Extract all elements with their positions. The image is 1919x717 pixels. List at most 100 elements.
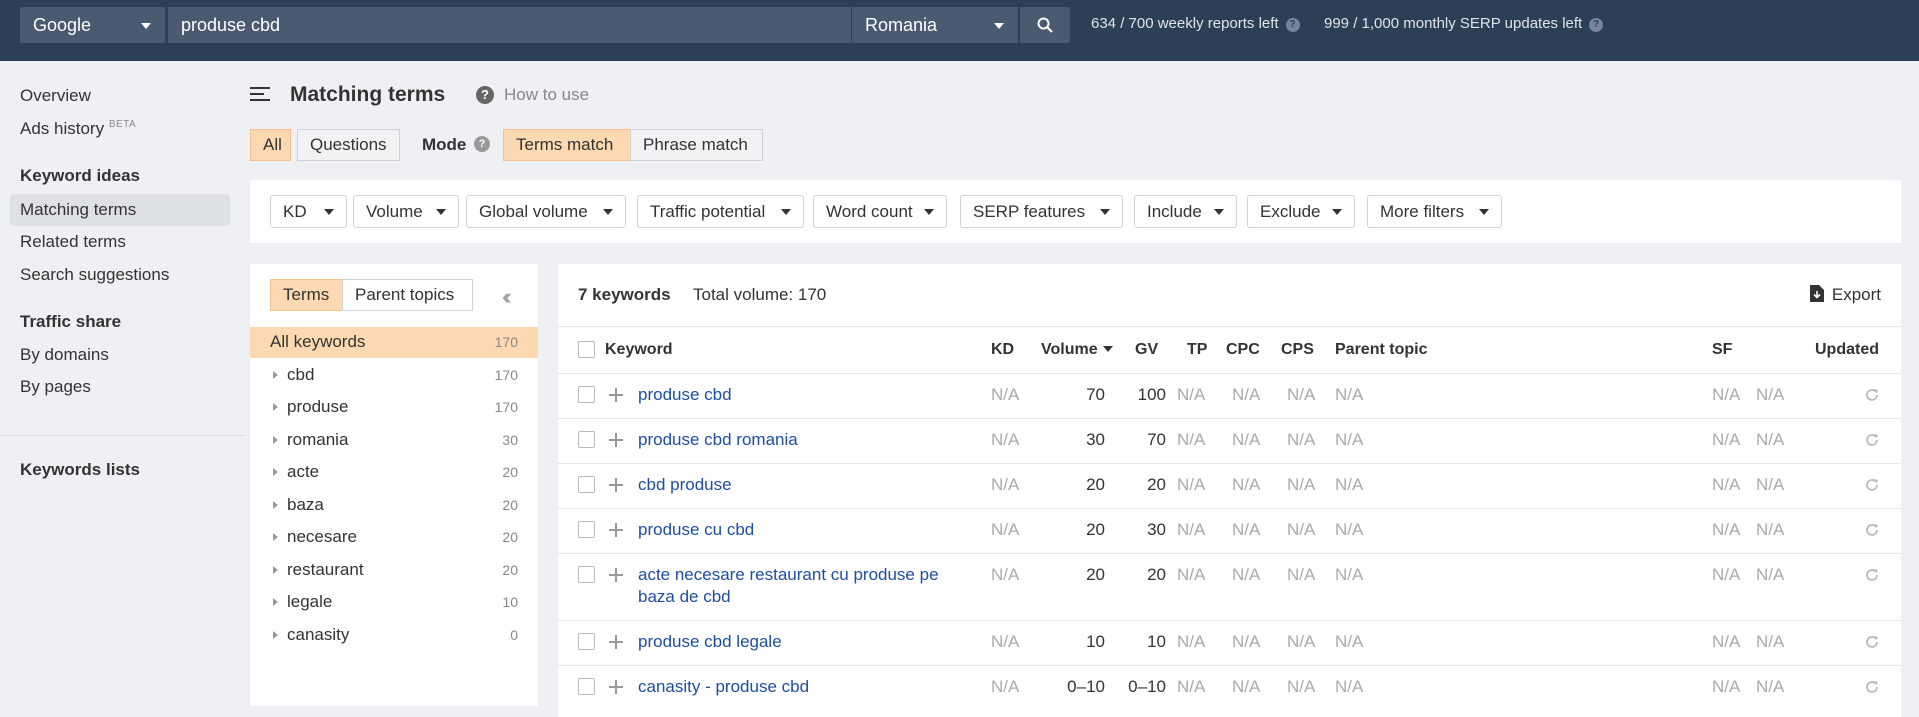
cell-parent-topic[interactable]: N/A (1335, 430, 1363, 450)
filter-global-volume[interactable]: Global volume (466, 195, 626, 228)
menu-icon[interactable] (250, 87, 270, 102)
add-to-list-icon[interactable] (609, 478, 623, 492)
cell-parent-topic[interactable]: N/A (1335, 520, 1363, 540)
tree-item-label: necesare (287, 527, 357, 546)
column-header-gv[interactable]: GV (1135, 341, 1158, 359)
tab-terms[interactable]: Terms (270, 279, 343, 311)
refresh-icon[interactable] (1864, 432, 1880, 448)
row-checkbox[interactable] (578, 476, 595, 493)
sidebar-item-by-pages[interactable]: By pages (20, 377, 91, 397)
refresh-icon[interactable] (1864, 567, 1880, 583)
column-header-cps[interactable]: CPS (1281, 341, 1314, 359)
column-header-parent-topic[interactable]: Parent topic (1335, 341, 1427, 359)
refresh-icon[interactable] (1864, 679, 1880, 695)
refresh-icon[interactable] (1864, 387, 1880, 403)
tree-item[interactable]: romania 30 (250, 425, 538, 456)
column-header-updated[interactable]: Updated (1815, 341, 1879, 359)
filter-serp-features[interactable]: SERP features (960, 195, 1123, 228)
tree-item[interactable]: baza 20 (250, 490, 538, 521)
keyword-count: 7 keywords (578, 285, 671, 304)
tab-questions[interactable]: Questions (297, 129, 400, 161)
collapse-panel-icon[interactable]: ‹‹ (502, 284, 511, 310)
refresh-icon[interactable] (1864, 634, 1880, 650)
sidebar-item-ads-history[interactable]: Ads history BETA (20, 119, 136, 139)
column-header-volume[interactable]: Volume (1041, 341, 1113, 359)
tree-item[interactable]: legale 10 (250, 587, 538, 618)
refresh-icon[interactable] (1864, 522, 1880, 538)
search-button[interactable] (1020, 7, 1070, 43)
sidebar-item-matching-terms[interactable]: Matching terms (10, 194, 230, 226)
tab-all[interactable]: All (250, 129, 291, 161)
mode-terms-match[interactable]: Terms match (503, 129, 631, 161)
row-checkbox[interactable] (578, 521, 595, 538)
filter-include[interactable]: Include (1134, 195, 1237, 228)
help-icon[interactable]: ? (474, 136, 490, 152)
filter-traffic-potential[interactable]: Traffic potential (637, 195, 804, 228)
filter-more-filters[interactable]: More filters (1367, 195, 1502, 228)
keyword-link[interactable]: produse cbd (638, 384, 958, 406)
tree-item[interactable]: restaurant 20 (250, 555, 538, 586)
cell-kd: N/A (991, 632, 1020, 651)
sidebar-item-keywords-lists[interactable]: Keywords lists (20, 460, 140, 480)
column-header-kd[interactable]: KD (991, 341, 1014, 359)
keyword-link[interactable]: canasity - produse cbd (638, 676, 958, 698)
filter-exclude[interactable]: Exclude (1247, 195, 1355, 228)
cell-volume: 10 (1086, 632, 1105, 651)
tab-parent-topics[interactable]: Parent topics (342, 279, 473, 311)
add-to-list-icon[interactable] (609, 635, 623, 649)
tree-item-label: acte (287, 462, 320, 481)
caret-right-icon (273, 566, 278, 574)
tree-item[interactable]: canasity 0 (250, 620, 538, 651)
column-header-cpc[interactable]: CPC (1226, 341, 1260, 359)
sidebar-item-by-domains[interactable]: By domains (20, 345, 109, 365)
help-icon[interactable]: ? (1285, 18, 1300, 32)
filter-kd[interactable]: KD (270, 195, 347, 228)
tree-item[interactable]: produse 170 (250, 392, 538, 423)
keyword-link[interactable]: cbd produse (638, 474, 958, 496)
add-to-list-icon[interactable] (609, 568, 623, 582)
row-checkbox[interactable] (578, 633, 595, 650)
tree-item[interactable]: acte 20 (250, 457, 538, 488)
tree-item[interactable]: cbd 170 (250, 360, 538, 391)
row-checkbox[interactable] (578, 386, 595, 403)
keyword-search-input[interactable] (168, 7, 851, 43)
country-select[interactable]: Romania (852, 7, 1018, 43)
add-to-list-icon[interactable] (609, 523, 623, 537)
filter-word-count[interactable]: Word count (813, 195, 947, 228)
column-header-keyword[interactable]: Keyword (605, 341, 673, 359)
column-header-sf[interactable]: SF (1712, 341, 1732, 359)
select-all-checkbox[interactable] (578, 341, 595, 358)
cell-parent-topic[interactable]: N/A (1335, 677, 1363, 697)
row-checkbox[interactable] (578, 678, 595, 695)
cell-parent-topic[interactable]: N/A (1335, 475, 1363, 495)
sidebar-item-overview[interactable]: Overview (20, 86, 91, 106)
tree-item-all-keywords[interactable]: All keywords 170 (250, 327, 538, 358)
column-header-tp[interactable]: TP (1187, 341, 1207, 359)
add-to-list-icon[interactable] (609, 433, 623, 447)
export-button[interactable]: Export (1809, 285, 1881, 305)
cell-tp: N/A (1177, 632, 1206, 651)
caret-right-icon (273, 436, 278, 444)
help-icon[interactable]: ? (476, 86, 494, 104)
tree-item[interactable]: necesare 20 (250, 522, 538, 553)
keyword-link[interactable]: produse cbd romania (638, 429, 958, 451)
cell-parent-topic[interactable]: N/A (1335, 565, 1363, 585)
mode-phrase-match[interactable]: Phrase match (630, 129, 763, 161)
cell-parent-topic[interactable]: N/A (1335, 632, 1363, 652)
sidebar-item-search-suggestions[interactable]: Search suggestions (20, 265, 169, 285)
filter-volume[interactable]: Volume (353, 195, 459, 228)
chevron-down-icon (141, 23, 151, 29)
row-checkbox[interactable] (578, 431, 595, 448)
add-to-list-icon[interactable] (609, 680, 623, 694)
keyword-link[interactable]: acte necesare restaurant cu produse pe b… (638, 564, 958, 608)
search-engine-select[interactable]: Google (20, 7, 165, 43)
cell-parent-topic[interactable]: N/A (1335, 385, 1363, 405)
refresh-icon[interactable] (1864, 477, 1880, 493)
row-checkbox[interactable] (578, 566, 595, 583)
keyword-link[interactable]: produse cu cbd (638, 519, 958, 541)
keyword-link[interactable]: produse cbd legale (638, 631, 958, 653)
add-to-list-icon[interactable] (609, 388, 623, 402)
sidebar-item-related-terms[interactable]: Related terms (20, 232, 126, 252)
help-icon[interactable]: ? (1589, 18, 1604, 32)
how-to-use-link[interactable]: How to use (504, 85, 589, 105)
